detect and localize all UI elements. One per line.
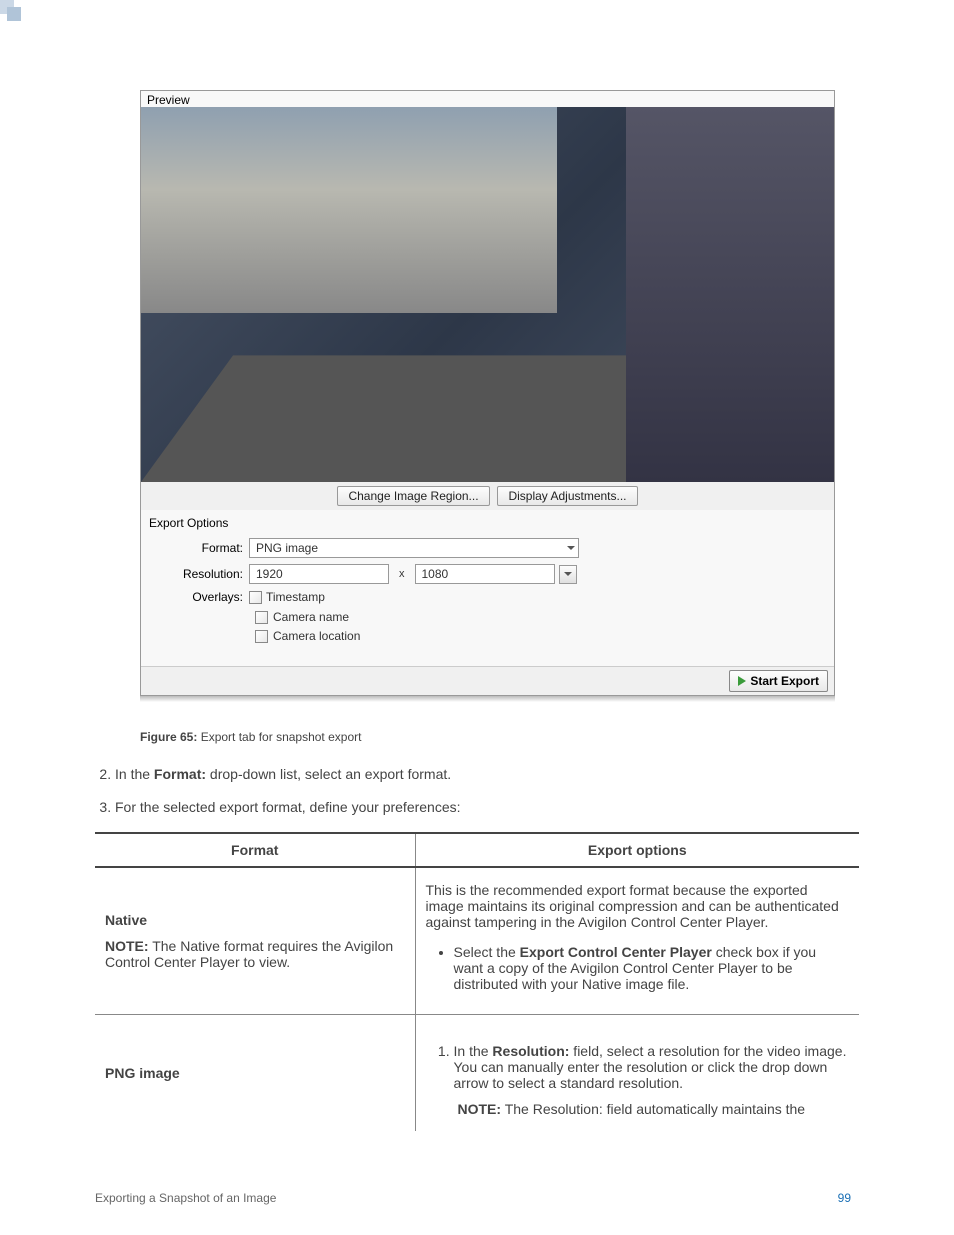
preview-group-label: Preview [141, 91, 834, 107]
png-step-1: In the Resolution: field, select a resol… [454, 1043, 850, 1091]
resolution-width-input[interactable]: 1920 [249, 564, 389, 584]
png-format-title: PNG image [105, 1065, 180, 1081]
table-row-png: PNG image In the Resolution: field, sele… [95, 1015, 859, 1132]
native-format-title: Native [105, 912, 147, 928]
resolution-dropdown-button[interactable] [559, 565, 577, 584]
play-arrow-icon [738, 676, 746, 686]
resolution-x-separator: x [399, 568, 405, 580]
chevron-down-icon [567, 546, 575, 550]
native-bullet: Select the Export Control Center Player … [454, 944, 850, 992]
figure-caption-text: Export tab for snapshot export [197, 730, 361, 744]
format-options-table: Format Export options Native NOTE: The N… [95, 832, 859, 1131]
overlay-timestamp-checkbox[interactable] [249, 591, 262, 604]
figure-caption: Figure 65: Export tab for snapshot expor… [140, 730, 859, 744]
step-3: For the selected export format, define y… [115, 797, 859, 818]
format-dropdown-value: PNG image [256, 541, 318, 555]
resolution-height-input[interactable]: 1080 [415, 564, 555, 584]
resolution-label: Resolution: [149, 567, 249, 581]
format-label: Format: [149, 541, 249, 555]
format-dropdown[interactable]: PNG image [249, 538, 579, 558]
export-options-group-label: Export Options [149, 516, 826, 530]
native-note-text: The Native format requires the Avigilon … [105, 938, 393, 970]
overlay-camera-location-checkbox[interactable] [255, 630, 268, 643]
overlays-label: Overlays: [149, 590, 249, 604]
overlay-camera-name-label: Camera name [273, 610, 349, 624]
start-export-button[interactable]: Start Export [729, 670, 828, 692]
png-note: NOTE: The Resolution: field automaticall… [458, 1101, 850, 1117]
page-number: 99 [838, 1191, 851, 1205]
display-adjustments-button[interactable]: Display Adjustments... [497, 486, 637, 506]
overlay-timestamp-label: Timestamp [266, 590, 325, 604]
figure-caption-number: Figure 65: [140, 730, 197, 744]
th-export-options: Export options [415, 833, 859, 867]
table-row-native: Native NOTE: The Native format requires … [95, 867, 859, 1015]
export-dialog-screenshot: Preview Change Image Region... Display A… [140, 90, 835, 696]
preview-image [141, 107, 834, 482]
native-description: This is the recommended export format be… [426, 882, 850, 930]
change-image-region-button[interactable]: Change Image Region... [337, 486, 489, 506]
th-format: Format [95, 833, 415, 867]
step-2: In the Format: drop-down list, select an… [115, 764, 859, 785]
footer-left-text: Exporting a Snapshot of an Image [95, 1191, 276, 1205]
overlay-camera-name-checkbox[interactable] [255, 611, 268, 624]
native-note-prefix: NOTE: [105, 938, 149, 954]
start-export-label: Start Export [750, 674, 819, 688]
instruction-list: In the Format: drop-down list, select an… [95, 764, 859, 818]
overlay-camera-location-label: Camera location [273, 629, 360, 643]
